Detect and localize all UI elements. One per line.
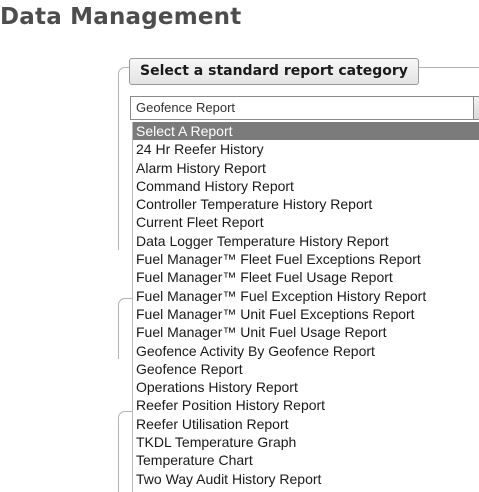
dropdown-option[interactable]: 24 Hr Reefer History	[133, 140, 479, 158]
dropdown-option[interactable]: Fuel Manager™ Fleet Fuel Usage Report	[133, 268, 479, 286]
page-title: Data Management	[0, 4, 242, 30]
dropdown-option[interactable]: Operations History Report	[133, 378, 479, 396]
dropdown-option[interactable]: Data Logger Temperature History Report	[133, 232, 479, 250]
report-options-list[interactable]: Select A Report 24 Hr Reefer History Alarm…	[132, 122, 479, 492]
dropdown-option[interactable]: Geofence Activity By Geofence Report	[133, 342, 479, 360]
dropdown-option[interactable]: Reefer Position History Report	[133, 396, 479, 414]
dropdown-option-highlighted[interactable]: Select A Report	[133, 122, 479, 141]
dropdown-option[interactable]: Current Fleet Report	[133, 213, 479, 231]
dropdown-option[interactable]: Temperature Chart	[133, 451, 479, 469]
report-category-legend: Select a standard report category	[129, 58, 419, 85]
dropdown-option[interactable]: Fuel Manager™ Unit Fuel Usage Report	[133, 323, 479, 341]
dropdown-option[interactable]: Fuel Manager™ Unit Fuel Exceptions Repor…	[133, 305, 479, 323]
select-dropdown-button[interactable]	[473, 97, 479, 119]
report-category-select[interactable]: Geofence Report	[130, 96, 479, 120]
dropdown-option[interactable]: Controller Temperature History Report	[133, 195, 479, 213]
dropdown-option[interactable]: Fuel Manager™ Fleet Fuel Exceptions Repo…	[133, 250, 479, 268]
dropdown-option[interactable]: Alarm History Report	[133, 159, 479, 177]
dropdown-option[interactable]: Reefer Utilisation Report	[133, 415, 479, 433]
dropdown-option[interactable]: Two Way Audit History Report	[133, 470, 479, 488]
dropdown-option[interactable]: Command History Report	[133, 177, 479, 195]
dropdown-option[interactable]: Fuel Manager™ Fuel Exception History Rep…	[133, 287, 479, 305]
dropdown-option[interactable]: Geofence Report	[133, 360, 479, 378]
dropdown-option[interactable]: TKDL Temperature Graph	[133, 433, 479, 451]
